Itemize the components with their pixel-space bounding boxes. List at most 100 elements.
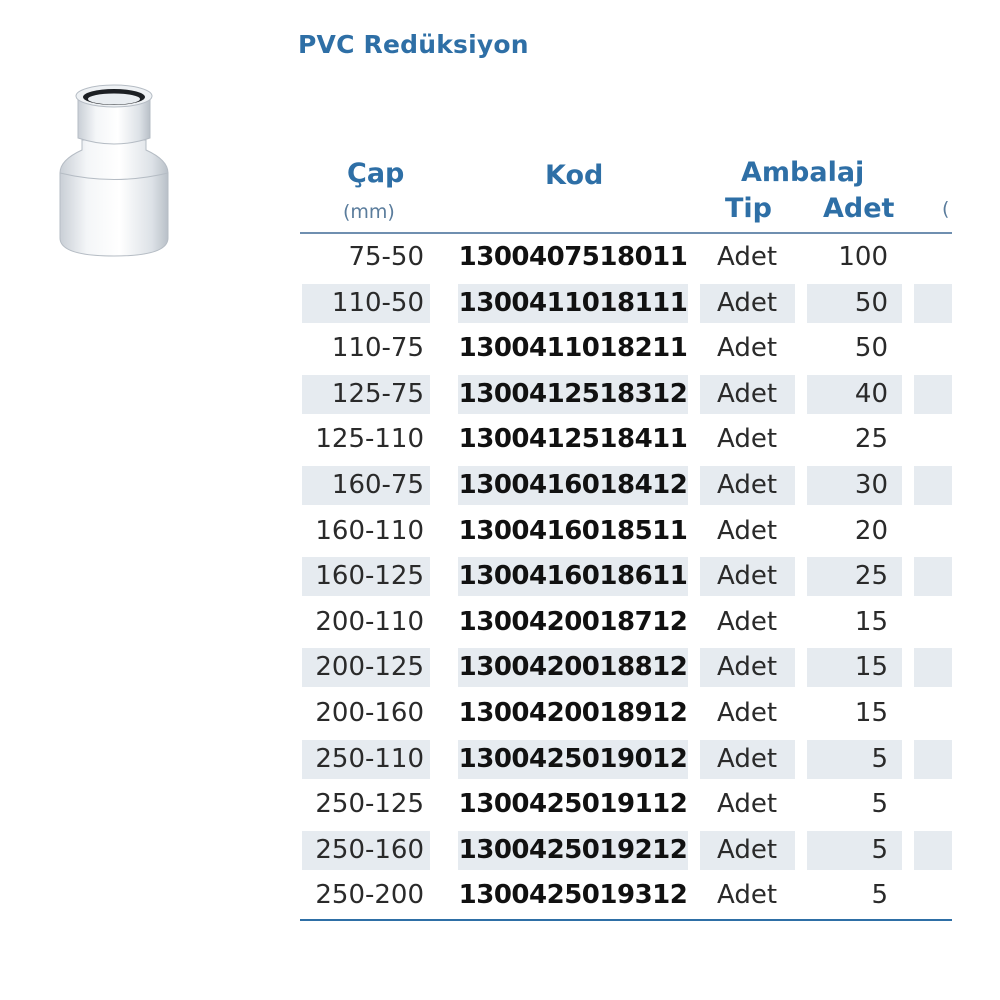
cap-cell: 250-200 xyxy=(315,880,424,911)
next-column-cell xyxy=(914,648,952,688)
tip-cell: Adet xyxy=(717,606,778,637)
adet-cell: 5 xyxy=(807,830,902,870)
next-column-cell xyxy=(914,739,952,779)
table-row: 250-200 1300425019312 Adet 5 xyxy=(300,873,952,919)
adet-cell: 100 xyxy=(838,242,888,272)
kod-cell: 1300420018712 xyxy=(458,606,688,637)
next-column-cell xyxy=(914,420,952,459)
header-cap: Çap xyxy=(347,158,405,189)
table-row: 75-50 1300407518011 Adet 100 xyxy=(300,235,952,281)
adet-cell: 40 xyxy=(807,374,902,414)
kod-cell: 1300407518011 xyxy=(458,242,688,272)
adet-cell: 15 xyxy=(807,648,902,688)
cap-cell: 250-110 xyxy=(302,739,430,779)
next-column-cell xyxy=(914,374,952,414)
page-title: PVC Redüksiyon xyxy=(298,30,529,59)
header-kod: Kod xyxy=(545,160,604,191)
tip-cell: Adet xyxy=(717,242,778,272)
tip-cell: Adet xyxy=(700,830,795,870)
next-column-cell xyxy=(914,512,952,551)
cap-cell: 200-125 xyxy=(302,648,430,688)
product-table: 75-50 1300407518011 Adet 100 110-50 130041101… xyxy=(300,235,952,919)
next-column-cell xyxy=(914,876,952,915)
adet-cell: 5 xyxy=(871,880,888,911)
header-adet: Adet xyxy=(823,193,895,224)
adet-cell: 25 xyxy=(854,424,888,455)
table-row: 110-75 1300411018211 Adet 50 xyxy=(300,326,952,372)
cap-cell: 250-125 xyxy=(315,789,424,820)
cap-cell: 125-110 xyxy=(315,424,424,455)
tip-cell: Adet xyxy=(700,739,795,779)
adet-cell: 50 xyxy=(807,283,902,323)
table-row: 200-160 1300420018912 Adet 15 xyxy=(300,691,952,737)
header-cap-unit: (mm) xyxy=(343,201,395,223)
tip-cell: Adet xyxy=(717,424,778,455)
table-row: 160-125 1300416018611 Adet 25 xyxy=(300,554,952,600)
tip-cell: Adet xyxy=(700,283,795,323)
adet-cell: 20 xyxy=(854,515,888,546)
kod-cell: 1300425019112 xyxy=(458,789,688,820)
next-column-cell xyxy=(914,465,952,505)
tip-cell: Adet xyxy=(717,515,778,546)
cap-cell: 250-160 xyxy=(302,830,430,870)
tip-cell: Adet xyxy=(700,648,795,688)
tip-cell: Adet xyxy=(717,789,778,820)
adet-cell: 5 xyxy=(807,739,902,779)
tip-cell: Adet xyxy=(700,465,795,505)
adet-cell: 15 xyxy=(854,697,888,728)
table-row: 110-50 1300411018111 Adet 50 xyxy=(300,281,952,327)
cap-cell: 200-160 xyxy=(315,697,424,728)
tip-cell: Adet xyxy=(700,557,795,597)
cap-cell: 110-75 xyxy=(331,333,424,364)
kod-cell: 1300411018211 xyxy=(458,333,688,364)
cap-cell: 200-110 xyxy=(315,606,424,637)
next-column-cell xyxy=(914,238,952,277)
kod-cell: 1300425019212 xyxy=(458,830,688,870)
kod-cell: 1300420018912 xyxy=(458,697,688,728)
kod-cell: 1300416018412 xyxy=(458,465,688,505)
cap-cell: 160-75 xyxy=(302,465,430,505)
header-ambalaj: Ambalaj xyxy=(741,157,865,188)
kod-cell: 1300425019312 xyxy=(458,880,688,911)
kod-cell: 1300412518312 xyxy=(458,374,688,414)
table-row: 250-110 1300425019012 Adet 5 xyxy=(300,737,952,783)
pvc-reducer-image xyxy=(52,78,177,264)
next-column-cell xyxy=(914,785,952,824)
kod-cell: 1300412518411 xyxy=(458,424,688,455)
adet-cell: 50 xyxy=(854,333,888,364)
next-column-cell xyxy=(914,283,952,323)
cap-cell: 110-50 xyxy=(302,283,430,323)
header-tip: Tip xyxy=(725,193,772,224)
header-next-column-partial: ( xyxy=(942,198,950,220)
kod-cell: 1300411018111 xyxy=(458,283,688,323)
table-row: 160-75 1300416018412 Adet 30 xyxy=(300,463,952,509)
adet-cell: 30 xyxy=(807,465,902,505)
kod-cell: 1300416018511 xyxy=(458,515,688,546)
table-row: 125-75 1300412518312 Adet 40 xyxy=(300,372,952,418)
cap-cell: 75-50 xyxy=(348,242,424,272)
tip-cell: Adet xyxy=(700,374,795,414)
cap-cell: 125-75 xyxy=(302,374,430,414)
cap-cell: 160-110 xyxy=(315,515,424,546)
next-column-cell xyxy=(914,603,952,642)
tip-cell: Adet xyxy=(717,880,778,911)
table-row: 250-125 1300425019112 Adet 5 xyxy=(300,782,952,828)
kod-cell: 1300425019012 xyxy=(458,739,688,779)
adet-cell: 25 xyxy=(807,557,902,597)
table-top-rule xyxy=(300,232,952,234)
next-column-cell xyxy=(914,557,952,597)
next-column-cell xyxy=(914,830,952,870)
tip-cell: Adet xyxy=(717,697,778,728)
kod-cell: 1300416018611 xyxy=(458,557,688,597)
table-bottom-rule xyxy=(300,919,952,921)
adet-cell: 15 xyxy=(854,606,888,637)
table-row: 160-110 1300416018511 Adet 20 xyxy=(300,509,952,555)
kod-cell: 1300420018812 xyxy=(458,648,688,688)
adet-cell: 5 xyxy=(871,789,888,820)
tip-cell: Adet xyxy=(717,333,778,364)
next-column-cell xyxy=(914,694,952,733)
table-row: 250-160 1300425019212 Adet 5 xyxy=(300,828,952,874)
cap-cell: 160-125 xyxy=(302,557,430,597)
table-row: 200-125 1300420018812 Adet 15 xyxy=(300,645,952,691)
next-column-cell xyxy=(914,329,952,368)
